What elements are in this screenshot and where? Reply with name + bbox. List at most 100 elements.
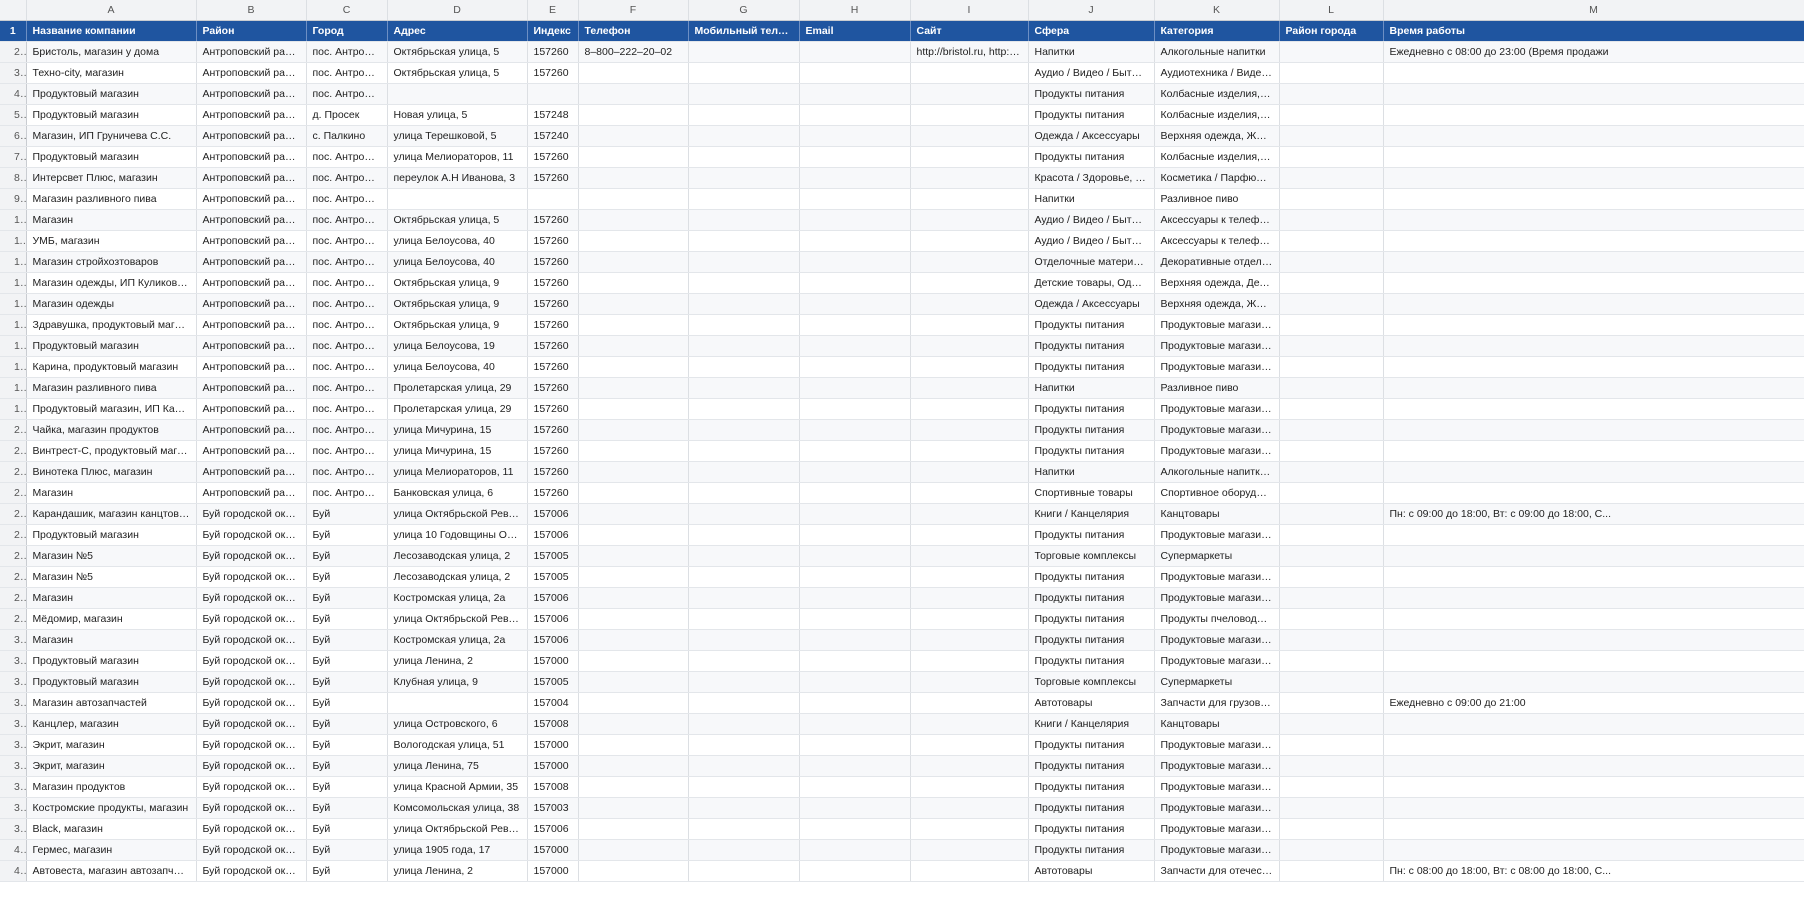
cell-c[interactable]: пос. Антропово [306, 482, 388, 504]
cell-c[interactable]: Буй [306, 797, 388, 819]
cell-b[interactable]: Антроповский район [196, 377, 307, 399]
cell-h[interactable] [799, 839, 911, 861]
cell-i[interactable] [910, 209, 1029, 231]
cell-f[interactable] [578, 356, 689, 378]
cell-e[interactable] [527, 188, 579, 210]
cell-m[interactable] [1383, 230, 1804, 252]
row-number[interactable]: 17 [0, 356, 27, 378]
cell-g[interactable] [688, 356, 800, 378]
cell-d[interactable]: Октябрьская улица, 9 [387, 293, 528, 315]
row-number[interactable]: 11 [0, 230, 27, 252]
cell-g[interactable] [688, 860, 800, 882]
cell-k[interactable]: Продуктовые магазины [1154, 566, 1280, 588]
cell-i[interactable]: http://bristol.ru, http://t.me [910, 41, 1029, 63]
cell-h[interactable] [799, 545, 911, 567]
cell-e[interactable]: 157260 [527, 167, 579, 189]
cell-j[interactable]: Продукты питания [1028, 629, 1155, 651]
cell-b[interactable]: Антроповский район [196, 419, 307, 441]
cell-c[interactable]: пос. Антропово [306, 230, 388, 252]
cell-c[interactable]: пос. Антропово [306, 209, 388, 231]
cell-h[interactable] [799, 335, 911, 357]
header-cell-d[interactable]: Адрес [387, 20, 528, 42]
cell-a[interactable]: Магазин стройхозтоваров [26, 251, 197, 273]
cell-k[interactable]: Продуктовые магазины [1154, 398, 1280, 420]
cell-g[interactable] [688, 713, 800, 735]
cell-m[interactable] [1383, 167, 1804, 189]
cell-i[interactable] [910, 755, 1029, 777]
cell-a[interactable]: Магазин [26, 482, 197, 504]
cell-j[interactable]: Отделочные материалы, С... [1028, 251, 1155, 273]
cell-e[interactable]: 157006 [527, 608, 579, 630]
cell-a[interactable]: Продуктовый магазин [26, 104, 197, 126]
cell-f[interactable] [578, 293, 689, 315]
cell-m[interactable] [1383, 776, 1804, 798]
cell-f[interactable] [578, 146, 689, 168]
cell-l[interactable] [1279, 230, 1384, 252]
row-number[interactable]: 40 [0, 839, 27, 861]
cell-c[interactable]: Буй [306, 524, 388, 546]
cell-k[interactable]: Продуктовые магазины [1154, 356, 1280, 378]
cell-e[interactable]: 157000 [527, 860, 579, 882]
header-cell-g[interactable]: Мобильный телефон [688, 20, 800, 42]
cell-b[interactable]: Буй городской округ [196, 797, 307, 819]
cell-m[interactable] [1383, 461, 1804, 483]
cell-i[interactable] [910, 125, 1029, 147]
cell-g[interactable] [688, 587, 800, 609]
cell-a[interactable]: Магазин разливного пива [26, 377, 197, 399]
row-number[interactable]: 33 [0, 692, 27, 714]
cell-i[interactable] [910, 314, 1029, 336]
cell-a[interactable]: Магазин автозапчастей [26, 692, 197, 714]
cell-j[interactable]: Продукты питания [1028, 398, 1155, 420]
row-number[interactable]: 27 [0, 566, 27, 588]
cell-e[interactable]: 157008 [527, 776, 579, 798]
cell-d[interactable]: улица 10 Годовщины Октября,... [387, 524, 528, 546]
cell-l[interactable] [1279, 839, 1384, 861]
row-number[interactable]: 20 [0, 419, 27, 441]
cell-i[interactable] [910, 398, 1029, 420]
cell-k[interactable]: Продуктовые магазины [1154, 797, 1280, 819]
cell-g[interactable] [688, 83, 800, 105]
cell-m[interactable] [1383, 839, 1804, 861]
cell-a[interactable]: Магазин, ИП Груничева С.С. [26, 125, 197, 147]
cell-f[interactable] [578, 713, 689, 735]
column-letter-a[interactable]: A [26, 0, 197, 21]
cell-i[interactable] [910, 650, 1029, 672]
cell-c[interactable]: Буй [306, 734, 388, 756]
cell-j[interactable]: Аудио / Видео / Бытовая т... [1028, 209, 1155, 231]
cell-c[interactable]: пос. Антропово [306, 167, 388, 189]
cell-j[interactable]: Книги / Канцелярия [1028, 503, 1155, 525]
cell-e[interactable]: 157260 [527, 230, 579, 252]
cell-e[interactable]: 157260 [527, 398, 579, 420]
cell-d[interactable]: Октябрьская улица, 5 [387, 41, 528, 63]
cell-h[interactable] [799, 482, 911, 504]
row-number[interactable]: 16 [0, 335, 27, 357]
cell-k[interactable]: Продуктовые магазины [1154, 629, 1280, 651]
cell-h[interactable] [799, 587, 911, 609]
cell-g[interactable] [688, 335, 800, 357]
cell-g[interactable] [688, 146, 800, 168]
cell-j[interactable]: Автотовары [1028, 860, 1155, 882]
cell-a[interactable]: Винтрест-С, продуктовый магазин [26, 440, 197, 462]
cell-a[interactable]: Винотека Плюс, магазин [26, 461, 197, 483]
cell-e[interactable]: 157004 [527, 692, 579, 714]
column-letter-d[interactable]: D [387, 0, 528, 21]
cell-c[interactable]: пос. Антропово [306, 272, 388, 294]
cell-i[interactable] [910, 797, 1029, 819]
column-letter-g[interactable]: G [688, 0, 800, 21]
cell-e[interactable]: 157260 [527, 41, 579, 63]
cell-f[interactable] [578, 251, 689, 273]
cell-j[interactable]: Продукты питания [1028, 839, 1155, 861]
cell-k[interactable]: Супермаркеты [1154, 671, 1280, 693]
cell-l[interactable] [1279, 272, 1384, 294]
cell-l[interactable] [1279, 587, 1384, 609]
cell-g[interactable] [688, 482, 800, 504]
cell-f[interactable] [578, 587, 689, 609]
cell-b[interactable]: Антроповский район [196, 83, 307, 105]
cell-b[interactable]: Буй городской округ [196, 608, 307, 630]
cell-m[interactable] [1383, 62, 1804, 84]
cell-j[interactable]: Аудио / Видео / Бытовая т... [1028, 230, 1155, 252]
cell-f[interactable] [578, 104, 689, 126]
cell-a[interactable]: Магазин №5 [26, 545, 197, 567]
cell-i[interactable] [910, 272, 1029, 294]
cell-l[interactable] [1279, 692, 1384, 714]
